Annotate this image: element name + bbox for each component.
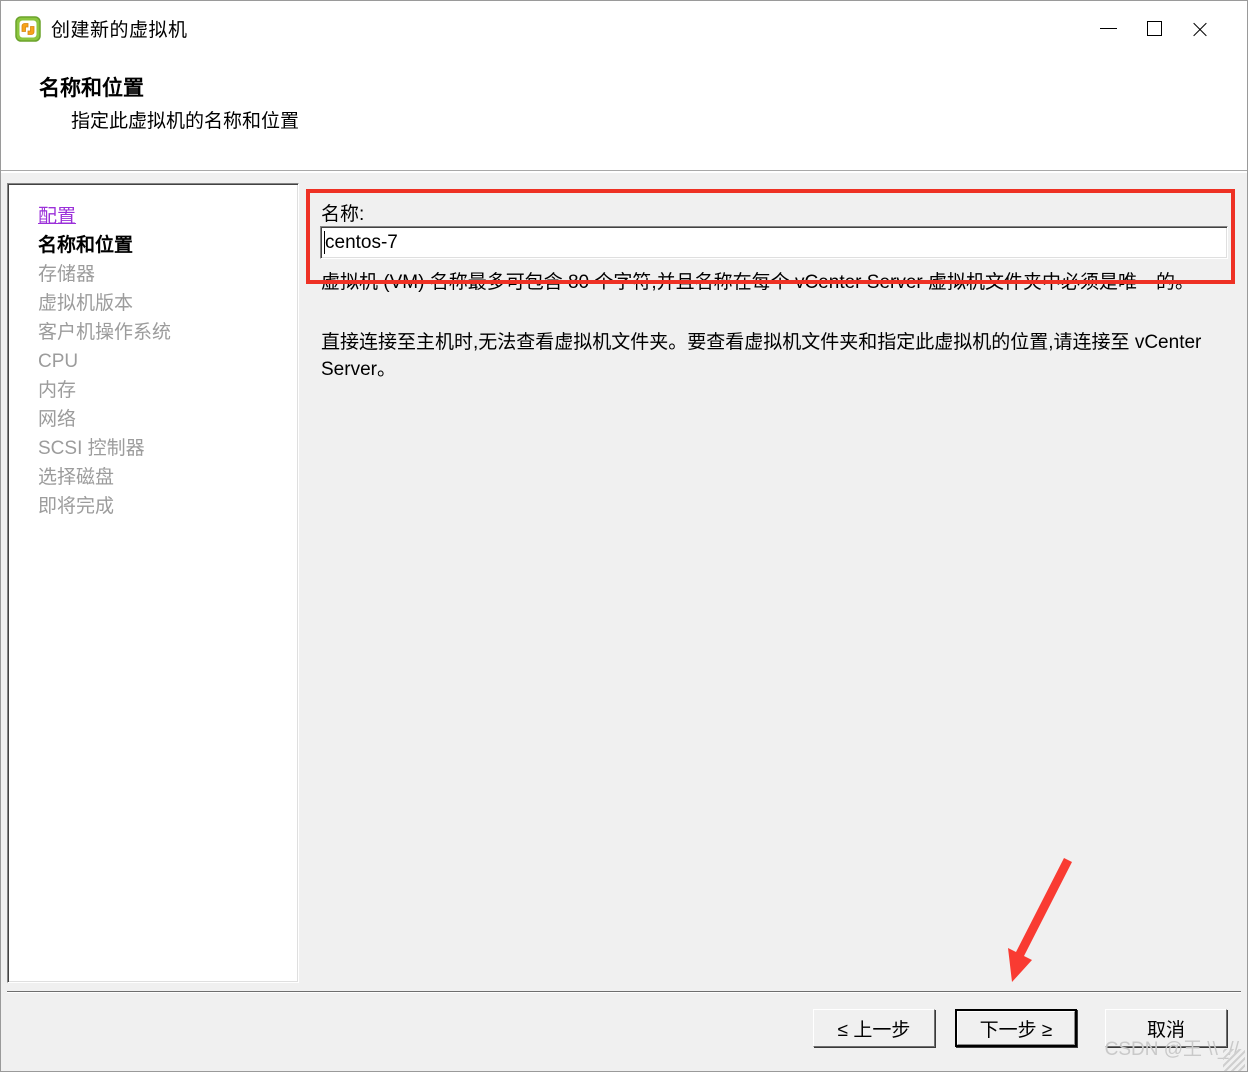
sidebar-item-configuration[interactable]: 配置 — [38, 202, 298, 231]
sidebar-item-cpu[interactable]: CPU — [38, 347, 298, 376]
text-caret — [324, 231, 325, 254]
minimize-button[interactable] — [1085, 1, 1131, 56]
create-vm-wizard-window: 创建新的虚拟机 名称和位置 指定此虚拟机的名称和位置 配置 名称和位置 存储器 … — [0, 0, 1248, 1072]
next-button[interactable]: 下一步 ≥ — [955, 1009, 1077, 1047]
window-title: 创建新的虚拟机 — [51, 20, 188, 41]
name-field-label: 名称: — [321, 204, 365, 225]
page-subtitle: 指定此虚拟机的名称和位置 — [71, 111, 300, 132]
footer-divider — [7, 991, 1241, 993]
sidebar-item-storage[interactable]: 存储器 — [38, 260, 298, 289]
close-icon — [1191, 20, 1209, 38]
vm-name-input[interactable] — [320, 226, 1228, 259]
page-title: 名称和位置 — [39, 77, 144, 100]
name-hint-text-1: 虚拟机 (VM) 名称最多可包含 80 个字符,并且名称在每个 vCenter … — [321, 272, 1195, 293]
sidebar-item-vm-version[interactable]: 虚拟机版本 — [38, 289, 298, 318]
maximize-button[interactable] — [1131, 1, 1177, 56]
vm-icon — [15, 15, 41, 42]
next-button-label: 下一步 ≥ — [979, 1019, 1053, 1041]
wizard-content-panel: 名称: 虚拟机 (VM) 名称最多可包含 80 个字符,并且名称在每个 vCen… — [303, 173, 1247, 991]
resize-grip[interactable] — [1223, 1049, 1245, 1071]
header-divider — [1, 170, 1247, 172]
wizard-body: 配置 名称和位置 存储器 虚拟机版本 客户机操作系统 CPU 内存 网络 SCS… — [1, 173, 1247, 991]
watermark-text: CSDN @王 \\_// — [1104, 1039, 1239, 1060]
back-button[interactable]: ≤ 上一步 — [813, 1009, 935, 1047]
sidebar-item-name-location[interactable]: 名称和位置 — [38, 231, 298, 260]
sidebar-item-ready-complete[interactable]: 即将完成 — [38, 492, 298, 521]
wizard-header: 名称和位置 指定此虚拟机的名称和位置 — [1, 56, 1247, 168]
maximize-icon — [1146, 21, 1162, 36]
window-controls — [1085, 1, 1247, 56]
sidebar-item-scsi-controller[interactable]: SCSI 控制器 — [38, 434, 298, 463]
sidebar-item-memory[interactable]: 内存 — [38, 376, 298, 405]
wizard-footer: ≤ 上一步 下一步 ≥ 取消 CSDN @王 \\_// — [1, 991, 1247, 1071]
wizard-steps-panel: 配置 名称和位置 存储器 虚拟机版本 客户机操作系统 CPU 内存 网络 SCS… — [7, 183, 299, 983]
close-button[interactable] — [1177, 1, 1223, 56]
minimize-icon — [1099, 28, 1117, 29]
sidebar-item-guest-os[interactable]: 客户机操作系统 — [38, 318, 298, 347]
sidebar-item-select-disk[interactable]: 选择磁盘 — [38, 463, 298, 492]
sidebar-item-network[interactable]: 网络 — [38, 405, 298, 434]
back-button-label: ≤ 上一步 — [837, 1019, 911, 1041]
name-hint-text-2: 直接连接至主机时,无法查看虚拟机文件夹。要查看虚拟机文件夹和指定此虚拟机的位置,… — [321, 332, 1202, 380]
title-bar: 创建新的虚拟机 — [1, 1, 1247, 56]
